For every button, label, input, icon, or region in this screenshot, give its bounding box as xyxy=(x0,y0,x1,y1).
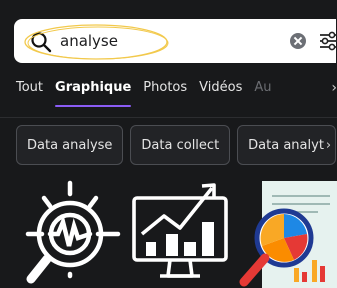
chip-data-collect[interactable]: Data collect xyxy=(130,125,231,165)
monitor-growth-chart-graphic[interactable] xyxy=(130,176,230,288)
suggestion-chips: Data analyse Data collect Data analyt › xyxy=(16,125,337,165)
tab-photos[interactable]: Photos xyxy=(143,78,187,98)
chip-data-analyse[interactable]: Data analyse xyxy=(16,125,124,165)
chip-label: Data collect xyxy=(141,137,220,153)
report-pie-magnifier-graphic[interactable] xyxy=(238,176,337,288)
divider xyxy=(0,117,337,118)
tab-graphique[interactable]: Graphique xyxy=(55,78,132,107)
filter-sliders-icon[interactable] xyxy=(318,30,337,52)
tab-videos[interactable]: Vidéos xyxy=(199,78,242,98)
content-type-tabs: Tout Graphique Photos Vidéos Au › xyxy=(16,78,337,110)
chevron-right-icon[interactable]: › xyxy=(326,138,331,153)
highlight-circle xyxy=(24,24,169,60)
chip-data-analytics[interactable]: Data analyt › xyxy=(237,125,337,165)
tab-audio[interactable]: Au xyxy=(254,78,271,98)
results-grid xyxy=(0,176,337,288)
analysis-magnifier-graphic[interactable] xyxy=(14,176,124,288)
tab-tout[interactable]: Tout xyxy=(16,78,43,98)
clear-icon[interactable] xyxy=(290,33,306,49)
chip-label: Data analyse xyxy=(27,137,113,153)
search-bar[interactable]: analyse xyxy=(14,19,337,63)
chip-label: Data analyt xyxy=(248,137,324,153)
chevron-right-icon[interactable]: › xyxy=(331,78,337,98)
